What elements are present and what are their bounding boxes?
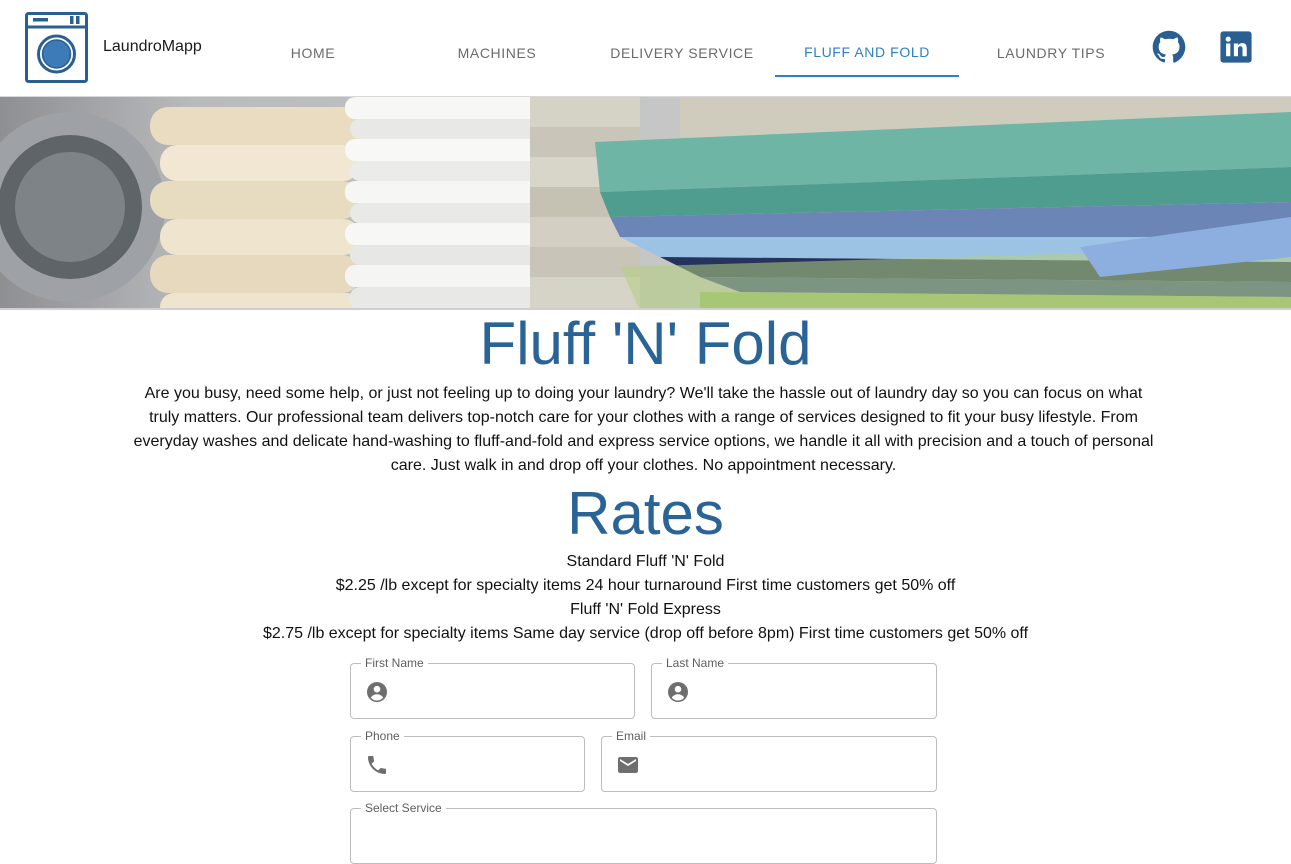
first-name-input[interactable] <box>401 674 626 708</box>
brand-name: LaundroMapp <box>103 38 202 55</box>
hero-laundry-image <box>0 97 1291 310</box>
rate-standard-details: $2.25 /lb except for specialty items 24 … <box>335 577 956 594</box>
account-circle-icon <box>668 682 688 702</box>
select-service-field[interactable]: Select Service <box>350 800 937 864</box>
last-name-input[interactable] <box>702 674 927 708</box>
email-field[interactable]: Email <box>601 728 937 792</box>
first-name-field[interactable]: First Name <box>350 655 635 719</box>
rates-heading: Rates <box>567 480 724 547</box>
folded-laundry-illustration <box>0 97 1291 308</box>
nav-tab-delivery-service[interactable]: DELIVERY SERVICE <box>590 28 774 77</box>
phone-label: Phone <box>361 728 404 744</box>
email-label: Email <box>612 728 651 744</box>
washing-machine-logo-icon[interactable] <box>25 12 88 83</box>
first-name-label: First Name <box>361 655 428 671</box>
email-input[interactable] <box>652 747 927 781</box>
nav-tab-laundry-tips[interactable]: LAUNDRY TIPS <box>959 28 1143 77</box>
nav-tab-machines[interactable]: MACHINES <box>405 28 589 77</box>
rate-express-name: Fluff 'N' Fold Express <box>570 601 721 618</box>
phone-icon <box>368 756 386 774</box>
phone-input[interactable] <box>401 747 576 781</box>
rate-express-details: $2.75 /lb except for specialty items Sam… <box>262 625 1029 642</box>
phone-field[interactable]: Phone <box>350 728 585 792</box>
linkedin-icon[interactable] <box>1219 30 1253 64</box>
select-service-label: Select Service <box>361 800 446 816</box>
account-circle-icon <box>367 682 387 702</box>
intro-paragraph: Are you busy, need some help, or just no… <box>133 385 1154 474</box>
email-icon <box>618 757 638 773</box>
rate-standard-name: Standard Fluff 'N' Fold <box>566 553 725 570</box>
app-header: LaundroMapp HOME MACHINES DELIVERY SERVI… <box>0 0 1291 97</box>
github-icon[interactable] <box>1152 30 1186 64</box>
nav-tab-home[interactable]: HOME <box>221 28 405 77</box>
last-name-label: Last Name <box>662 655 729 671</box>
nav-tab-fluff-and-fold[interactable]: FLUFF AND FOLD <box>775 28 959 77</box>
last-name-field[interactable]: Last Name <box>651 655 937 719</box>
page-title: Fluff 'N' Fold <box>479 310 812 377</box>
